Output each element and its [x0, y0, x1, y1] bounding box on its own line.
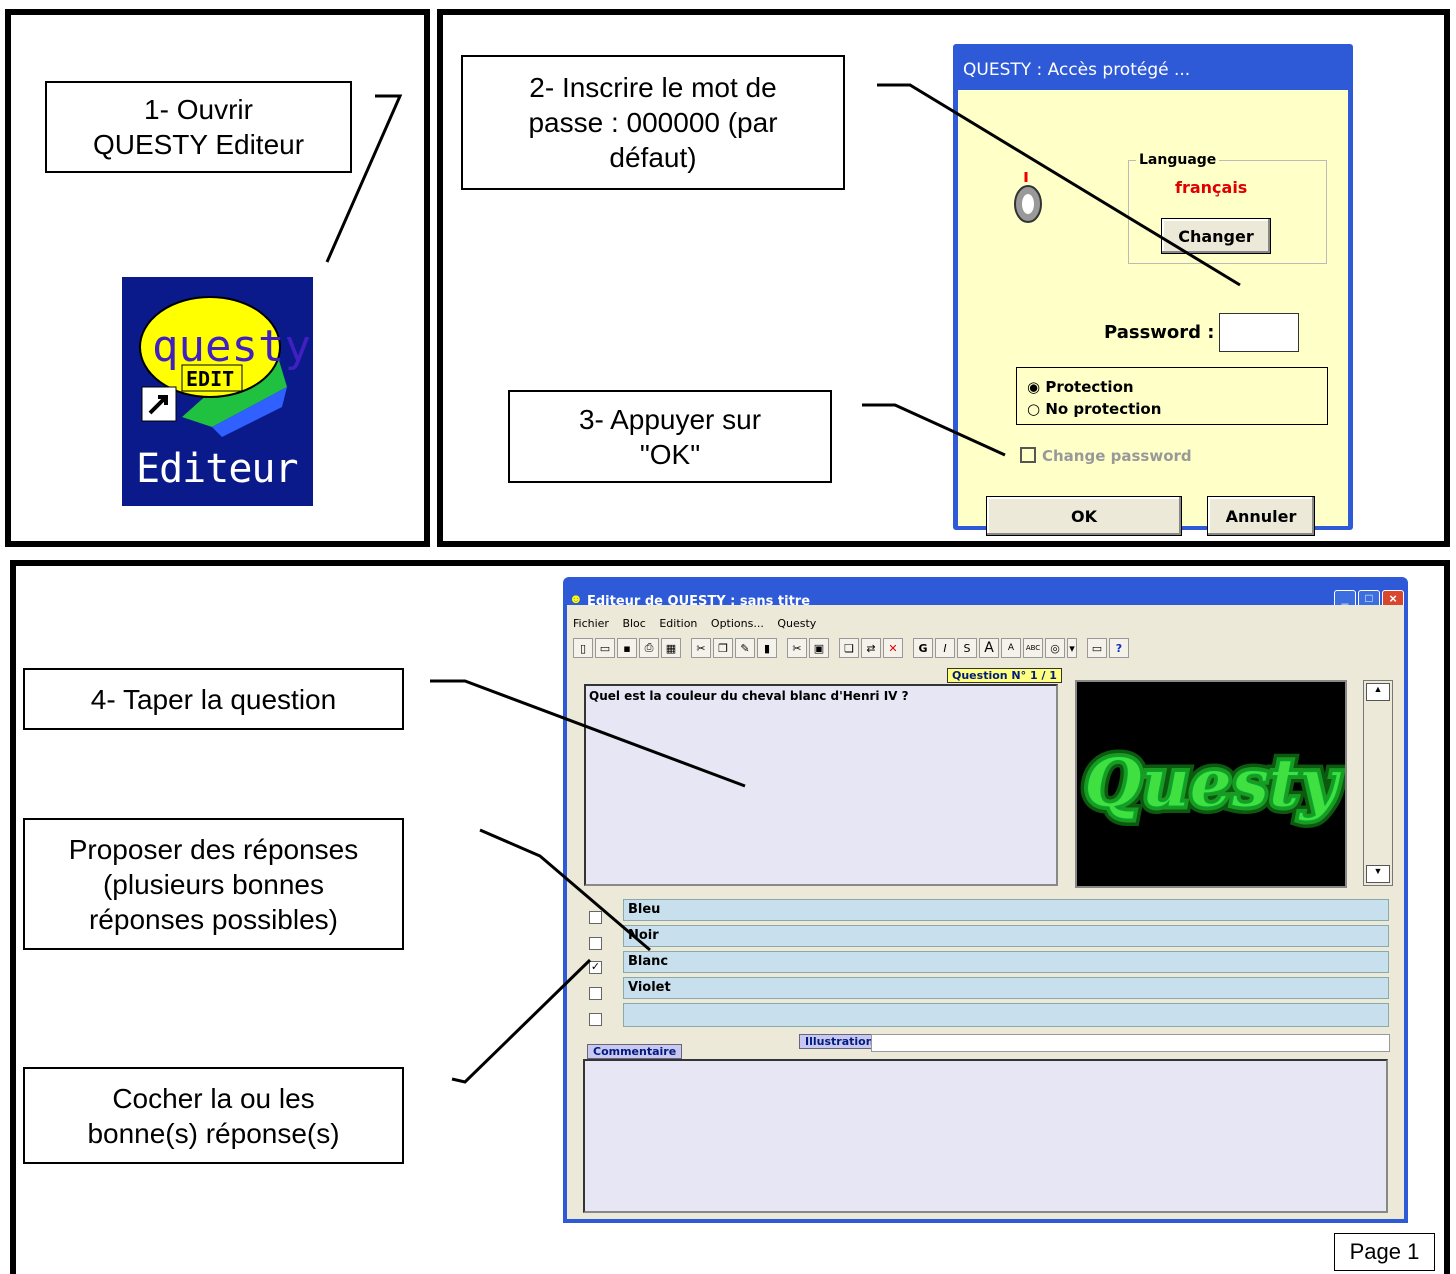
- answer-field-4[interactable]: Violet: [623, 977, 1389, 999]
- callout-step2: 2- Inscrire le mot de passe : 000000 (pa…: [461, 55, 845, 190]
- answer-checkbox-3[interactable]: ✓: [589, 961, 602, 974]
- protection-radio-group: ◉ Protection ○ No protection: [1016, 367, 1328, 425]
- answer-field-1[interactable]: Bleu: [623, 899, 1389, 921]
- svg-text:Questy: Questy: [1084, 744, 1342, 822]
- bold-icon[interactable]: G: [913, 638, 933, 658]
- answer-checkbox-4[interactable]: [589, 987, 602, 1000]
- radio-protection[interactable]: ◉ Protection: [1027, 378, 1134, 396]
- menu-questy[interactable]: Questy: [777, 617, 816, 630]
- callout-step4: 4- Taper la question: [23, 668, 404, 730]
- move-block-icon[interactable]: ⇄: [861, 638, 881, 658]
- dropdown-arrow-icon[interactable]: ▾: [1067, 638, 1077, 658]
- editor-client: Fichier Bloc Edition Options... Questy ▯…: [567, 605, 1404, 1219]
- menu-bar: Fichier Bloc Edition Options... Questy: [573, 617, 826, 630]
- font-smaller-icon[interactable]: A: [1001, 638, 1021, 658]
- question-illustration[interactable]: Questy Questy Questy: [1075, 680, 1347, 888]
- tab-commentaire[interactable]: Commentaire: [587, 1044, 683, 1059]
- radio-empty-icon: ○: [1027, 400, 1041, 418]
- callout-answers: Proposer des réponses (plusieurs bonnes …: [23, 818, 404, 950]
- callout-step1: 1- Ouvrir QUESTY Editeur: [45, 81, 352, 173]
- monitor-icon[interactable]: ▭: [1087, 638, 1107, 658]
- answer-field-2[interactable]: Noir: [623, 925, 1389, 947]
- menu-bloc[interactable]: Bloc: [622, 617, 645, 630]
- open-folder-icon[interactable]: ▭: [595, 638, 615, 658]
- question-counter: Question N° 1 / 1: [947, 668, 1062, 683]
- key-icon: [1014, 172, 1042, 223]
- answer-field-3[interactable]: Blanc: [623, 951, 1389, 973]
- app-icon: ☻: [569, 591, 583, 606]
- color-picker-icon[interactable]: ◎: [1045, 638, 1065, 658]
- icon-caption: Editeur: [136, 446, 299, 492]
- comment-textarea[interactable]: [583, 1059, 1388, 1213]
- radio-selected-icon: ◉: [1027, 378, 1041, 396]
- italic-icon[interactable]: I: [935, 638, 955, 658]
- menu-options[interactable]: Options...: [711, 617, 764, 630]
- callout-check: Cocher la ou les bonne(s) réponse(s): [23, 1067, 404, 1164]
- change-password-checkbox[interactable]: Change password: [1020, 447, 1192, 465]
- save-icon[interactable]: ▪: [617, 638, 637, 658]
- change-language-button[interactable]: Changer: [1161, 218, 1271, 254]
- tab-illustration[interactable]: Illustration: [799, 1034, 880, 1049]
- password-input[interactable]: [1219, 313, 1299, 352]
- toolbar: ▯ ▭ ▪ ⎙ ▦ ✂ ❐ ✎ ▮ ✂ ▣ ❏ ⇄ ✕ G I S A A AB…: [573, 638, 1129, 660]
- dialog-body: Language français Changer Password : ◉ P…: [958, 90, 1348, 536]
- question-textarea[interactable]: Quel est la couleur du cheval blanc d'He…: [584, 684, 1058, 886]
- language-value: français: [1175, 178, 1248, 197]
- answer-checkbox-2[interactable]: [589, 937, 602, 950]
- scroll-up-icon[interactable]: ▲: [1366, 683, 1390, 701]
- cut-icon[interactable]: ✂: [691, 638, 711, 658]
- dialog-title: QUESTY : Accès protégé ...: [963, 60, 1191, 80]
- delete-block-icon[interactable]: ✕: [883, 638, 903, 658]
- answer-checkbox-5[interactable]: [589, 1013, 602, 1026]
- radio-no-protection[interactable]: ○ No protection: [1027, 400, 1161, 418]
- cancel-button[interactable]: Annuler: [1207, 496, 1315, 536]
- paste-icon[interactable]: ▣: [809, 638, 829, 658]
- questy-editeur-desktop-icon[interactable]: questy EDIT Editeur: [122, 277, 313, 506]
- editor-window: ☻ Editeur de QUESTY : sans titre _ □ × F…: [563, 577, 1408, 1223]
- page-label: Page 1: [1334, 1233, 1435, 1271]
- questy-image-icon: Questy Questy Questy: [1077, 737, 1345, 829]
- spell-check-icon[interactable]: ABC: [1023, 638, 1043, 658]
- answer-checkbox-1[interactable]: [589, 911, 602, 924]
- copy-block-icon[interactable]: ❏: [839, 638, 859, 658]
- vertical-scrollbar[interactable]: ▲ ▼: [1363, 680, 1393, 886]
- help-icon[interactable]: ?: [1109, 638, 1129, 658]
- trash-icon[interactable]: ▮: [757, 638, 777, 658]
- password-label: Password :: [1104, 322, 1215, 343]
- scroll-down-icon[interactable]: ▼: [1366, 865, 1390, 883]
- logo-subtext: EDIT: [186, 367, 234, 391]
- strike-icon[interactable]: S: [957, 638, 977, 658]
- callout-step3: 3- Appuyer sur "OK": [508, 390, 832, 483]
- ok-button[interactable]: OK: [986, 496, 1182, 536]
- copy-icon[interactable]: ❐: [713, 638, 733, 658]
- language-group-label: Language: [1136, 152, 1220, 168]
- logo-text: questy: [152, 321, 311, 372]
- new-file-icon[interactable]: ▯: [573, 638, 593, 658]
- brush-icon[interactable]: ✎: [735, 638, 755, 658]
- menu-fichier[interactable]: Fichier: [573, 617, 609, 630]
- image-icon[interactable]: ▦: [661, 638, 681, 658]
- login-dialog: QUESTY : Accès protégé ... Language fran…: [953, 44, 1353, 536]
- font-bigger-icon[interactable]: A: [979, 638, 999, 658]
- illustration-path-field[interactable]: [871, 1034, 1390, 1052]
- menu-edition[interactable]: Edition: [659, 617, 697, 630]
- answer-field-5[interactable]: [623, 1003, 1389, 1027]
- cut-block-icon[interactable]: ✂: [787, 638, 807, 658]
- print-icon[interactable]: ⎙: [639, 638, 659, 658]
